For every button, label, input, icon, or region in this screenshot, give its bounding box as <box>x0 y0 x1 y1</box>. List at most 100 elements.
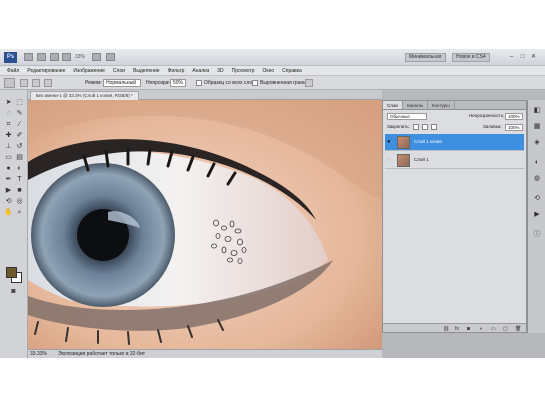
lasso-tool-icon[interactable]: ◌ <box>4 109 13 118</box>
menu-3d[interactable]: 3D <box>213 66 227 75</box>
path-select-icon[interactable]: ▶ <box>4 186 13 195</box>
fx-icon[interactable]: fx <box>455 326 459 332</box>
side-dock: ◧ ▦ ◈ ◐ ◍ ⟲ ▶ ⓘ <box>527 100 545 333</box>
pressure-icon[interactable] <box>305 79 313 87</box>
workspace-basic-button[interactable]: Минимальная <box>405 53 446 62</box>
quick-mask-icon[interactable]: ◙ <box>9 287 18 296</box>
gradient-tool-icon[interactable]: ▤ <box>15 153 24 162</box>
brush-tool-icon[interactable]: ✐ <box>15 131 24 140</box>
opacity-field[interactable]: 50% <box>170 79 186 87</box>
menu-bar: Файл Редактирование Изображение Слои Выд… <box>0 66 545 76</box>
layer-name: Слой 1 копия <box>414 139 442 144</box>
menu-select[interactable]: Выделение <box>129 66 164 75</box>
styles-panel-icon[interactable]: ◈ <box>532 138 542 148</box>
document-tab[interactable]: Без имени-1 @ 33.3% (Слой 1 копия, RGB/8… <box>30 91 139 100</box>
fill-field[interactable]: 100% <box>505 124 523 131</box>
aligned-checkbox[interactable] <box>252 80 258 86</box>
visibility-eye-icon[interactable]: ○ <box>387 157 391 163</box>
layers-panel: Слои Каналы Контуры Обычные Непрозрачнос… <box>382 100 527 333</box>
document-tab-bar: Без имени-1 @ 33.3% (Слой 1 копия, RGB/8… <box>28 90 382 100</box>
zoom-icon[interactable]: ⌕ <box>15 208 24 217</box>
photoshop-window: Ps 33% Минимальная Новое в CS4 – □ ✕ Фай… <box>0 49 545 358</box>
menu-view[interactable]: Просмотр <box>228 66 259 75</box>
mode-select[interactable]: Нормальный <box>103 79 141 87</box>
layer-row[interactable]: ○ Слой 1 <box>385 152 524 169</box>
tab-channels[interactable]: Каналы <box>403 101 428 109</box>
add-mask-icon[interactable]: ◙ <box>467 326 470 332</box>
swatches-panel-icon[interactable]: ▦ <box>532 122 542 132</box>
lock-pixels-icon[interactable] <box>422 124 428 130</box>
pen-tool-icon[interactable]: ✒ <box>4 175 13 184</box>
trash-icon[interactable]: 🗑 <box>515 326 521 332</box>
masks-panel-icon[interactable]: ◍ <box>532 174 542 184</box>
zoom-level[interactable]: 33% <box>75 54 85 60</box>
minimize-icon[interactable]: – <box>507 53 516 61</box>
shape-tool-icon[interactable]: ■ <box>15 186 24 195</box>
mode-label: Режим: <box>85 80 102 86</box>
link-layers-icon[interactable]: ⛓ <box>443 326 449 332</box>
adjustments-panel-icon[interactable]: ◐ <box>532 158 542 168</box>
tab-paths[interactable]: Контуры <box>428 101 455 109</box>
view-extras-icon[interactable] <box>50 53 59 61</box>
layer-opacity-field[interactable]: 100% <box>505 113 523 120</box>
arrange-icon[interactable] <box>92 53 101 61</box>
menu-image[interactable]: Изображение <box>69 66 109 75</box>
actions-panel-icon[interactable]: ▶ <box>532 210 542 220</box>
maximize-icon[interactable]: □ <box>518 53 527 61</box>
blur-tool-icon[interactable]: ● <box>4 164 13 173</box>
lock-position-icon[interactable] <box>431 124 437 130</box>
info-panel-icon[interactable]: ⓘ <box>532 230 542 240</box>
new-group-icon[interactable]: ▭ <box>491 326 496 332</box>
menu-analysis[interactable]: Анализ <box>188 66 213 75</box>
clone-stamp-icon[interactable]: ⊥ <box>4 142 13 151</box>
move-tool-icon[interactable]: ➤ <box>4 98 13 107</box>
color-panel-icon[interactable]: ◧ <box>532 106 542 116</box>
type-tool-icon[interactable]: T <box>15 175 24 184</box>
workspace-new-button[interactable]: Новое в CS4 <box>452 53 490 62</box>
lock-transparency-icon[interactable] <box>413 124 419 130</box>
layer-thumbnail <box>397 136 410 149</box>
adjustment-layer-icon[interactable]: ◑ <box>479 326 482 332</box>
eraser-tool-icon[interactable]: ▭ <box>4 153 13 162</box>
sample-all-label: Образец со всех слоев <box>204 80 258 86</box>
minibridge-icon[interactable] <box>37 53 46 61</box>
close-icon[interactable]: ✕ <box>529 53 538 61</box>
brush-picker-icon[interactable] <box>20 79 28 87</box>
eyedropper-icon[interactable]: ⁄ <box>15 120 24 129</box>
ps-logo: Ps <box>4 52 17 63</box>
menu-file[interactable]: Файл <box>3 66 23 75</box>
marquee-tool-icon[interactable]: ⬚ <box>15 98 24 107</box>
healing-brush-icon[interactable]: ✚ <box>4 131 13 140</box>
hand-tool-icon[interactable] <box>62 53 71 61</box>
screen-mode-icon[interactable] <box>106 53 115 61</box>
menu-layers[interactable]: Слои <box>109 66 129 75</box>
quick-select-icon[interactable]: ✎ <box>15 109 24 118</box>
menu-window[interactable]: Окно <box>259 66 279 75</box>
3d-orbit-icon[interactable]: ◎ <box>15 197 24 206</box>
hand-icon[interactable]: ✋ <box>4 208 13 217</box>
brush-panel-icon[interactable] <box>32 79 40 87</box>
crop-tool-icon[interactable]: ⌗ <box>4 120 13 129</box>
layer-row[interactable]: ● Слой 1 копия <box>385 134 524 151</box>
status-zoom[interactable]: 33.33% <box>30 351 47 357</box>
clone-source-icon[interactable] <box>44 79 52 87</box>
dodge-tool-icon[interactable]: ◐ <box>15 164 24 173</box>
menu-edit[interactable]: Редактирование <box>23 66 69 75</box>
layer-thumbnail <box>397 154 410 167</box>
visibility-eye-icon[interactable]: ● <box>387 139 391 145</box>
blend-mode-select[interactable]: Обычные <box>387 113 427 120</box>
menu-filter[interactable]: Фильтр <box>164 66 189 75</box>
bridge-icon[interactable] <box>24 53 33 61</box>
3d-rotate-icon[interactable]: ⟲ <box>4 197 13 206</box>
tool-preset-picker[interactable] <box>4 78 15 88</box>
lock-label: Закрепить: <box>387 124 410 129</box>
new-layer-icon[interactable]: ▢ <box>503 326 508 332</box>
menu-help[interactable]: Справка <box>278 66 306 75</box>
history-brush-icon[interactable]: ↺ <box>15 142 24 151</box>
foreground-color-swatch[interactable] <box>6 267 17 278</box>
document-canvas[interactable] <box>28 100 382 349</box>
tab-layers[interactable]: Слои <box>383 101 403 109</box>
history-panel-icon[interactable]: ⟲ <box>532 194 542 204</box>
sample-all-checkbox[interactable] <box>196 80 202 86</box>
layers-panel-footer: ⛓ fx ◙ ◑ ▭ ▢ 🗑 <box>383 323 526 332</box>
